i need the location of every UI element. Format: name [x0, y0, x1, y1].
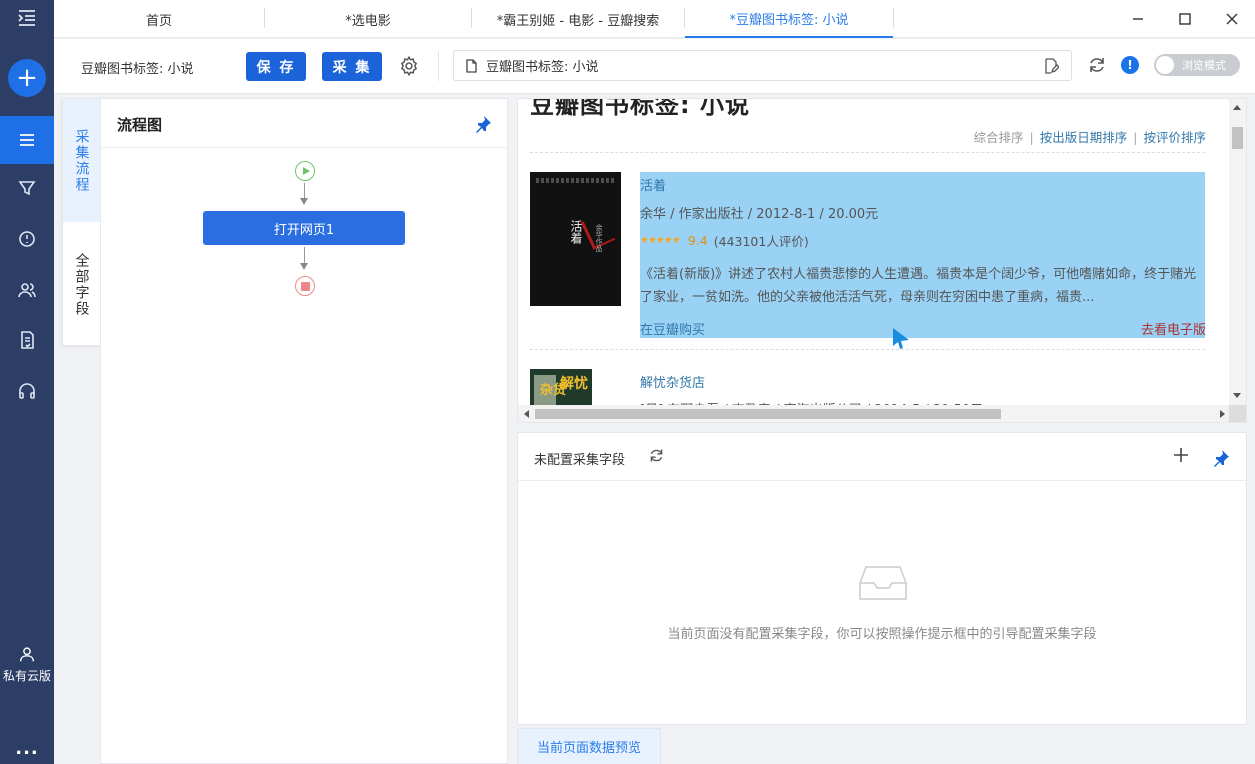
- scroll-thumb[interactable]: [535, 409, 1001, 419]
- minimize-icon[interactable]: [1115, 0, 1161, 38]
- scroll-right-icon[interactable]: [1220, 410, 1225, 418]
- scroll-thumb[interactable]: [1232, 127, 1243, 149]
- divider: [530, 152, 1205, 153]
- sort-options: 综合排序 | 按出版日期排序 | 按评价排序: [974, 127, 1206, 146]
- sort-default[interactable]: 综合排序: [974, 130, 1024, 145]
- rating-count: (443101人评价): [713, 234, 809, 249]
- rating-stars-icon: ★★★★★: [640, 235, 681, 246]
- task-list-icon[interactable]: [0, 116, 54, 164]
- browser-view: 豆瓣图书标签: 小说 综合排序 | 按出版日期排序 | 按评价排序 活着 余华作品 活着…: [517, 98, 1247, 423]
- divider: [530, 349, 1205, 350]
- flowchart-panel: 流程图 打开网页1: [100, 98, 508, 764]
- tab-home[interactable]: 首页: [54, 0, 264, 38]
- fields-title: 未配置采集字段: [534, 453, 626, 468]
- history-clock-icon[interactable]: [0, 219, 54, 259]
- flow-arrow: [300, 198, 308, 205]
- collapse-menu-icon[interactable]: [0, 0, 54, 36]
- fields-panel: 未配置采集字段 当前页面没有配置采集字段，你可以按照操作提示框中的引导配置采集字…: [517, 432, 1247, 725]
- private-cloud-label: 私有云版: [2, 669, 51, 683]
- vertical-tabs: 采集流程 全部字段: [62, 98, 100, 346]
- document-icon[interactable]: [0, 320, 54, 360]
- scroll-left-icon[interactable]: [524, 410, 529, 418]
- page-icon: [466, 58, 477, 73]
- tab-all-fields[interactable]: 全部字段: [63, 223, 100, 347]
- pin-icon[interactable]: [1212, 449, 1230, 467]
- tab-select-movie[interactable]: *选电影: [265, 0, 471, 38]
- user-icon: [19, 647, 35, 662]
- empty-inbox-icon: [859, 566, 907, 600]
- book-rating: ★★★★★ 9.4 (443101人评价): [640, 231, 809, 250]
- tab-bar: 首页 *选电影 *霸王别姬 - 电影 - 豆瓣搜索 *豆瓣图书标签: 小说: [54, 0, 1255, 38]
- buy-on-douban-link[interactable]: 在豆瓣购买: [640, 319, 705, 338]
- start-node-icon[interactable]: [295, 161, 315, 181]
- fields-header: 未配置采集字段: [518, 433, 1246, 481]
- users-icon[interactable]: [0, 270, 54, 310]
- flow-connector: [304, 183, 305, 199]
- task-title: 豆瓣图书标签: 小说: [81, 62, 194, 77]
- close-icon[interactable]: [1209, 0, 1255, 38]
- empty-state-text: 当前页面没有配置采集字段，你可以按照操作提示框中的引导配置采集字段: [667, 627, 1097, 642]
- flowchart-title: 流程图: [117, 116, 163, 134]
- book-title-link[interactable]: 解忧杂货店: [640, 372, 705, 391]
- more-icon[interactable]: ...: [0, 738, 54, 759]
- url-text: 豆瓣图书标签: 小说: [486, 60, 599, 75]
- edit-url-icon[interactable]: [1043, 58, 1059, 74]
- plus-icon: +: [8, 59, 46, 97]
- private-cloud-button[interactable]: 私有云版: [0, 645, 54, 684]
- rating-score: 9.4: [687, 233, 708, 248]
- toolbar: 豆瓣图书标签: 小说 保 存 采 集 豆瓣图书标签: 小说 ! 浏览模式: [54, 39, 1255, 94]
- mouse-cursor-icon: [893, 328, 909, 349]
- flow-connector: [304, 247, 305, 264]
- browse-mode-toggle[interactable]: 浏览模式: [1154, 54, 1240, 76]
- save-button[interactable]: 保 存: [246, 52, 306, 81]
- tab-douban-books[interactable]: *豆瓣图书标签: 小说: [685, 0, 893, 38]
- book-title-link[interactable]: 活着: [640, 175, 666, 194]
- info-icon[interactable]: !: [1121, 56, 1139, 74]
- horizontal-scrollbar[interactable]: [518, 405, 1231, 422]
- ebook-link[interactable]: 去看电子版: [1141, 319, 1206, 338]
- data-preview-tab[interactable]: 当前页面数据预览: [517, 728, 661, 764]
- selected-item-highlight[interactable]: [640, 172, 1205, 338]
- collect-button[interactable]: 采 集: [322, 52, 382, 81]
- book-meta: 余华 / 作家出版社 / 2012-8-1 / 20.00元: [640, 207, 879, 222]
- tab-douban-search[interactable]: *霸王别姬 - 电影 - 豆瓣搜索: [472, 0, 684, 38]
- headset-icon[interactable]: [0, 371, 54, 411]
- vertical-scrollbar[interactable]: [1229, 99, 1246, 407]
- scroll-down-icon[interactable]: [1233, 393, 1241, 398]
- filter-icon[interactable]: [0, 168, 54, 208]
- sort-separator: |: [1029, 130, 1034, 145]
- end-node-icon[interactable]: [295, 276, 315, 296]
- pin-icon[interactable]: [474, 115, 492, 133]
- tab-collect-flow[interactable]: 采集流程: [63, 99, 100, 222]
- flow-step-open-page[interactable]: 打开网页1: [203, 211, 405, 245]
- cover-subtitle: 余华作品: [595, 224, 603, 252]
- toolbar-divider: [438, 51, 439, 81]
- scroll-corner: [1229, 405, 1246, 422]
- browse-mode-label: 浏览模式: [1182, 59, 1226, 72]
- cover-text: 解忧: [560, 376, 588, 392]
- flow-arrow: [300, 263, 308, 270]
- add-field-icon[interactable]: [1172, 446, 1190, 464]
- settings-gear-icon[interactable]: [398, 55, 420, 77]
- refresh-icon[interactable]: [1087, 55, 1107, 75]
- new-task-button[interactable]: +: [0, 58, 54, 98]
- sort-separator: |: [1133, 130, 1138, 145]
- maximize-icon[interactable]: [1162, 0, 1208, 38]
- tab-divider: [893, 8, 894, 28]
- sort-by-date-link[interactable]: 按出版日期排序: [1040, 130, 1128, 145]
- book-cover-image[interactable]: 活着 余华作品: [530, 172, 621, 306]
- toggle-knob: [1156, 56, 1174, 74]
- refresh-fields-icon[interactable]: [648, 447, 665, 464]
- left-sidebar: + 私有云版 ...: [0, 0, 54, 764]
- page-heading: 豆瓣图书标签: 小说: [530, 98, 750, 119]
- book-description: 《活着(新版)》讲述了农村人福贵悲惨的人生遭遇。福贵本是个阔少爷，可他嗜赌如命，…: [640, 267, 1197, 305]
- scroll-up-icon[interactable]: [1233, 105, 1241, 110]
- url-bar[interactable]: 豆瓣图书标签: 小说: [453, 50, 1072, 81]
- flowchart-header: 流程图: [101, 99, 507, 148]
- sort-by-rating-link[interactable]: 按评价排序: [1143, 130, 1206, 145]
